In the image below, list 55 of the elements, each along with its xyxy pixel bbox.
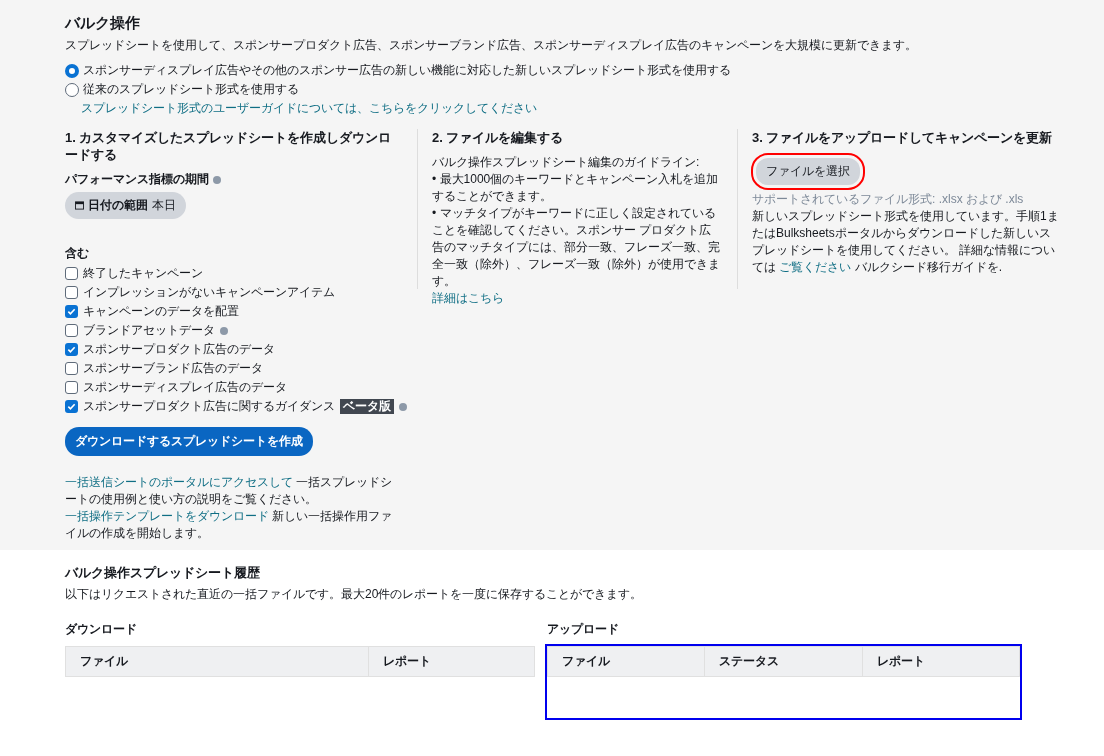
checkbox[interactable] [65, 362, 78, 375]
column-header: レポート [861, 647, 1019, 676]
radio-button[interactable] [65, 63, 79, 78]
calendar-icon [75, 201, 84, 210]
link[interactable]: 一括操作テンプレートをダウンロード [65, 509, 269, 523]
checkbox[interactable] [65, 400, 78, 413]
checkbox-label: 終了したキャンペーン [83, 265, 203, 282]
info-icon [213, 175, 221, 184]
history-title: バルク操作スプレッドシート履歴 [65, 564, 261, 582]
create-spreadsheet-button[interactable]: ダウンロードするスプレッドシートを作成 [65, 427, 313, 456]
page-title: バルク操作 [65, 14, 141, 33]
section-heading: 1. カスタマイズしたスプレッドシートを作成しダウンロードする [65, 129, 393, 163]
beta-badge: ベータ版 [340, 399, 394, 414]
checkbox[interactable] [65, 343, 78, 356]
column-header: ステータス [704, 647, 862, 676]
guideline-item: • 最大1000個のキーワードとキャンペーン入札を追加することができます。 [432, 171, 720, 205]
checkbox-label: スポンサーブランド広告のデータ [83, 360, 263, 377]
checkbox[interactable] [65, 305, 78, 318]
checkbox-label: スポンサープロダクト広告に関するガイダンス [83, 398, 335, 415]
details-link[interactable]: 詳細はこちら [432, 291, 504, 305]
checkbox-label: ブランドアセットデータ [83, 322, 215, 339]
checkmark-icon [67, 402, 76, 411]
checkbox[interactable] [65, 267, 78, 280]
migration-note: 新しいスプレッドシート形式を使用しています。手順1またはBulksheetsポータルからダウンロードした新しいスプレッドシートを使用してください。 詳細な情報については ご覧ください バルクシード移行ガイドを. [752, 208, 1060, 276]
link[interactable]: 一括送信シートのポータルにアクセスして [65, 475, 293, 489]
checkbox-label: インプレッションがないキャンペーンアイテム [83, 284, 335, 301]
radio-label: スポンサーディスプレイ広告やその他のスポンサー広告の新しい機能に対応した新しいスプレッドシート形式を使用する [83, 62, 731, 79]
guide-link[interactable]: スプレッドシート形式のユーザーガイドについては、こちらをクリックしてください [65, 100, 1074, 117]
checkmark-icon [67, 345, 76, 354]
link[interactable]: ご覧ください [779, 260, 852, 274]
checkbox[interactable] [65, 324, 78, 337]
column-header: ファイル [561, 653, 611, 670]
column-header: ファイル [79, 653, 129, 670]
checkbox[interactable] [65, 381, 78, 394]
checkbox-label: キャンペーンのデータを配置 [83, 303, 239, 320]
guidelines-intro: バルク操作スプレッドシート編集のガイドライン: [432, 154, 701, 171]
radio-label: 従来のスプレッドシート形式を使用する [83, 81, 299, 98]
history-description: 以下はリクエストされた直近の一括ファイルです。最大20件のレポートを一度に保存することができます。 [65, 586, 644, 603]
supported-formats-text: サポートされているファイル形式: .xlsx および .xls [752, 191, 1025, 208]
help-paragraph: 一括送信シートのポータルにアクセスして 一括スプレッドシートの使用例と使い方の説明をご覧ください。 一括操作テンプレートをダウンロード 新しい一括操作用ファイルの作成を開始します。 [65, 474, 394, 542]
page-description: スプレッドシートを使用して、スポンサープロダクト広告、スポンサーブランド広告、スポンサーディスプレイ広告のキャンペーンを大規模に更新できます。 [65, 37, 918, 54]
section-heading: 2. ファイルを編集する [432, 129, 565, 146]
date-range-button[interactable]: 日付の範囲 本日 [65, 192, 186, 219]
checkmark-icon [67, 307, 76, 316]
checkbox-label: スポンサープロダクト広告のデータ [83, 341, 275, 358]
checkbox-label: スポンサーディスプレイ広告のデータ [83, 379, 287, 396]
section-heading: 3. ファイルをアップロードしてキャンペーンを更新 [752, 129, 1054, 146]
column-header: レポート [368, 647, 534, 676]
guideline-item: • マッチタイプがキーワードに正しく設定されていることを確認してください。スポンサー プロダクト広告のマッチタイプには、部分一致、フレーズ一致、完全一致（除外）、フレーズ一致（除外）が使用できます。 [432, 205, 721, 290]
radio-button[interactable] [65, 82, 79, 97]
field-label: パフォーマンス指標の期間 [65, 171, 209, 188]
table-label: アップロード [547, 621, 620, 638]
table-label: ダウンロード [65, 621, 138, 638]
checkbox[interactable] [65, 286, 78, 299]
field-label: 含む [65, 245, 89, 262]
